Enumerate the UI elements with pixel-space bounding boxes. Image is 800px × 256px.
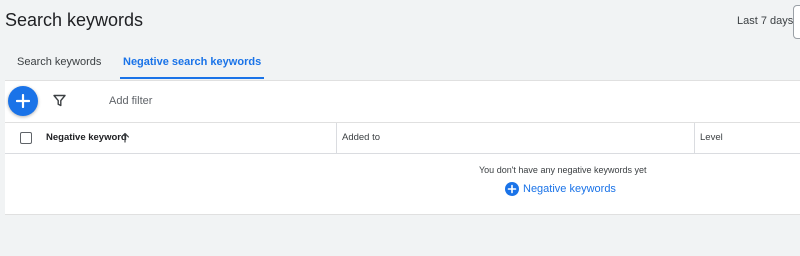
sort-ascending-icon[interactable] xyxy=(120,132,130,143)
keywords-table-card: Add filter Negative keyword Added to Lev… xyxy=(5,80,800,215)
column-divider[interactable] xyxy=(336,123,337,153)
active-tab-indicator xyxy=(120,77,265,79)
page-title: Search keywords xyxy=(5,10,144,30)
column-header-negative-keyword[interactable]: Negative keyword xyxy=(46,132,127,143)
tab-negative-search-keywords-label: Negative search keywords xyxy=(123,56,262,68)
plus-circle-icon xyxy=(505,182,519,196)
tab-negative-search-keywords[interactable]: Negative search keywords xyxy=(120,50,265,79)
date-range-label[interactable]: Last 7 days xyxy=(737,15,793,27)
page: Search keywords Last 7 days Search keywo… xyxy=(0,0,800,256)
add-negative-keyword-button[interactable] xyxy=(8,86,38,116)
filter-icon[interactable] xyxy=(53,94,66,107)
date-range-dropdown[interactable] xyxy=(793,5,800,39)
column-divider[interactable] xyxy=(694,123,695,153)
plus-icon xyxy=(16,94,30,108)
tab-search-keywords[interactable]: Search keywords xyxy=(17,50,101,79)
select-all-checkbox[interactable] xyxy=(20,132,32,144)
add-filter-input[interactable]: Add filter xyxy=(109,95,152,107)
table-header-row: Negative keyword Added to Level xyxy=(5,122,800,154)
empty-state-message: You don't have any negative keywords yet xyxy=(479,165,647,175)
add-negative-keywords-label: Negative keywords xyxy=(523,183,616,195)
column-header-added-to[interactable]: Added to xyxy=(342,132,380,143)
column-header-level[interactable]: Level xyxy=(700,132,723,143)
